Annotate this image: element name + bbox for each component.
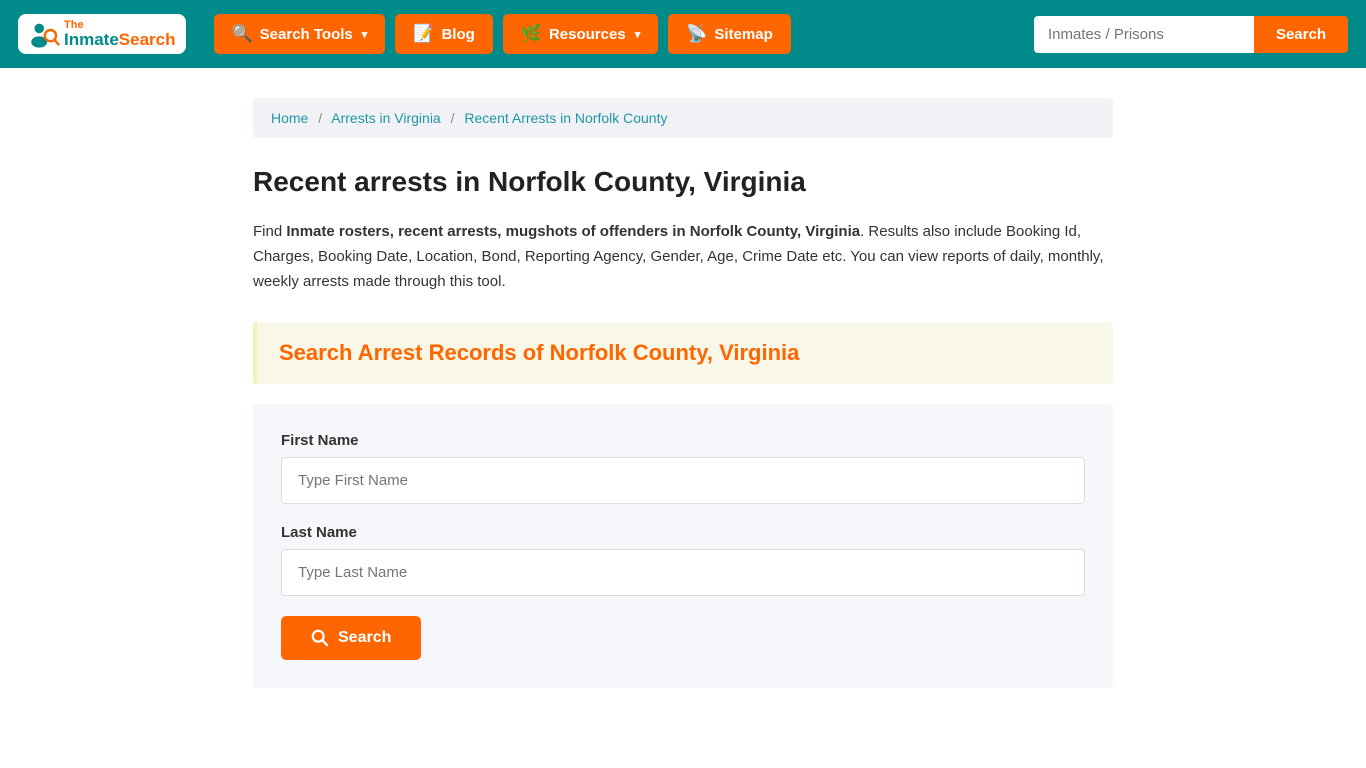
last-name-group: Last Name: [281, 524, 1085, 596]
logo-text: The InmateSearch: [64, 19, 176, 50]
search-submit-label: Search: [338, 629, 391, 647]
search-tools-icon: 🔍: [232, 24, 253, 44]
search-section-title: Search Arrest Records of Norfolk County,…: [279, 340, 1091, 366]
resources-button[interactable]: 🌿 Resources ▾: [503, 14, 658, 54]
page-title: Recent arrests in Norfolk County, Virgin…: [253, 166, 1113, 198]
search-tools-caret-icon: ▾: [362, 28, 368, 41]
search-submit-button[interactable]: Search: [281, 616, 421, 660]
description-text: Find Inmate rosters, recent arrests, mug…: [253, 220, 1113, 294]
resources-caret-icon: ▾: [635, 28, 641, 41]
breadcrumb-sep-1: /: [318, 110, 322, 126]
nav-search-input[interactable]: [1034, 16, 1254, 53]
search-tools-button[interactable]: 🔍 Search Tools ▾: [214, 14, 386, 54]
nav-search-button-label: Search: [1276, 26, 1326, 43]
last-name-label: Last Name: [281, 524, 1085, 541]
sitemap-label: Sitemap: [714, 26, 772, 43]
logo-link[interactable]: The InmateSearch: [18, 14, 186, 54]
blog-icon: 📝: [413, 24, 434, 44]
description-prefix: Find: [253, 223, 286, 240]
first-name-group: First Name: [281, 432, 1085, 504]
sitemap-icon: 📡: [686, 24, 707, 44]
navbar: The InmateSearch 🔍 Search Tools ▾ 📝 Blog…: [0, 0, 1366, 68]
blog-label: Blog: [441, 26, 474, 43]
sitemap-button[interactable]: 📡 Sitemap: [668, 14, 791, 54]
resources-icon: 🌿: [521, 24, 542, 44]
search-tools-label: Search Tools: [260, 26, 353, 43]
last-name-input[interactable]: [281, 549, 1085, 596]
search-form-box: First Name Last Name Search: [253, 404, 1113, 688]
breadcrumb-home-link[interactable]: Home: [271, 110, 308, 126]
breadcrumb-sep-2: /: [451, 110, 455, 126]
search-section-header: Search Arrest Records of Norfolk County,…: [253, 322, 1113, 384]
blog-button[interactable]: 📝 Blog: [395, 14, 493, 54]
resources-label: Resources: [549, 26, 626, 43]
logo-box: The InmateSearch: [18, 14, 186, 54]
breadcrumb-current-link[interactable]: Recent Arrests in Norfolk County: [464, 110, 667, 126]
first-name-input[interactable]: [281, 457, 1085, 504]
first-name-label: First Name: [281, 432, 1085, 449]
nav-search-area: Search: [1034, 16, 1348, 53]
nav-search-button[interactable]: Search: [1254, 16, 1348, 53]
breadcrumb: Home / Arrests in Virginia / Recent Arre…: [253, 98, 1113, 138]
main-content: Home / Arrests in Virginia / Recent Arre…: [233, 68, 1133, 728]
description-bold: Inmate rosters, recent arrests, mugshots…: [286, 223, 860, 240]
logo-icon: [28, 18, 60, 50]
search-submit-icon: [311, 629, 329, 647]
breadcrumb-arrests-va-link[interactable]: Arrests in Virginia: [331, 110, 440, 126]
